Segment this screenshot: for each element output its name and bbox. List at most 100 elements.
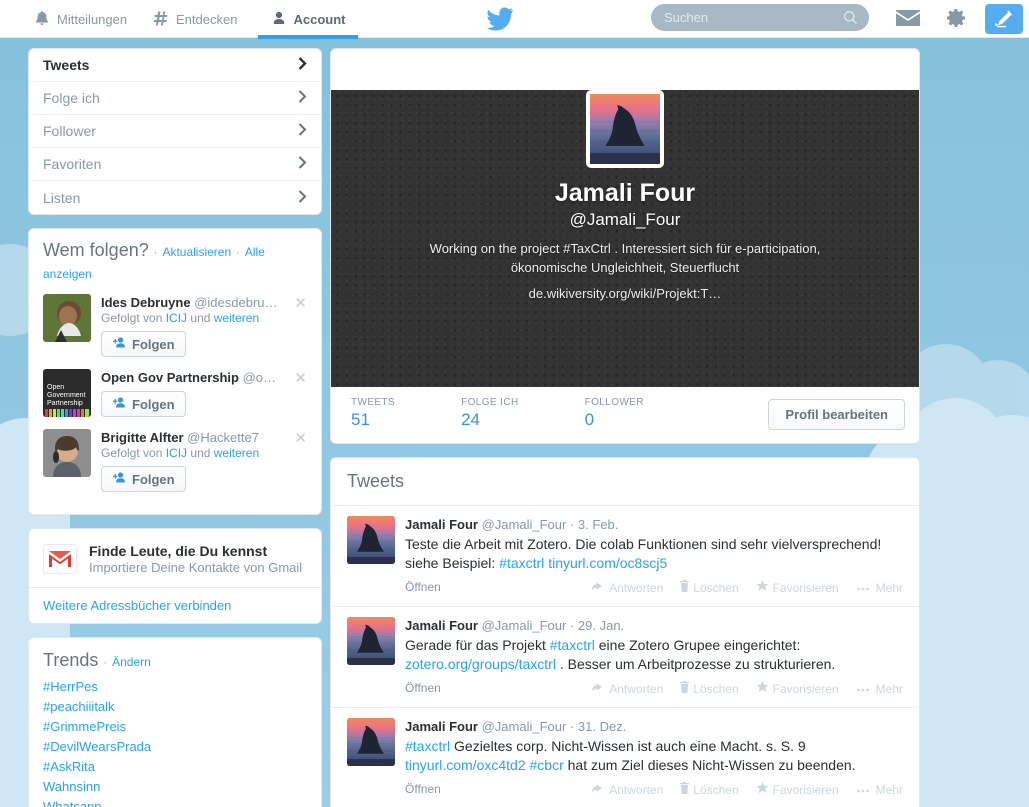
more-action[interactable]: Mehr [856,782,903,797]
twitter-bird-icon[interactable] [486,6,514,32]
favorite-action[interactable]: Favorisieren [756,681,839,696]
tweet-link[interactable]: #cbcr [530,757,564,773]
trend-item[interactable]: #DevilWearsPrada [43,737,307,757]
trend-item[interactable]: #peachiiitalk [43,697,307,717]
tweet-link[interactable]: #taxctrl [499,555,544,571]
nav-item-entdecken[interactable]: Entdecken [148,0,241,38]
delete-action[interactable]: Löschen [680,580,739,595]
tweet-header: Jamali Four @Jamali_Four · 29. Jan. [405,617,903,634]
context-link-more[interactable]: weiteren [214,311,259,325]
reply-action[interactable]: Antworten [592,782,663,797]
suggestion-handle[interactable]: @o… [243,370,276,385]
gear-icon[interactable] [944,6,968,30]
separator: · [236,247,240,259]
delete-action[interactable]: Löschen [680,782,739,797]
svg-text:Government: Government [47,392,86,399]
avatar[interactable] [347,718,395,766]
nav-item-mitteilungen[interactable]: Mitteilungen [30,0,131,38]
tweet-item[interactable]: Jamali Four @Jamali_Four · 29. Jan. Gera… [331,607,919,708]
context-link-icij[interactable]: ICIJ [166,446,187,460]
ellipsis-icon [856,682,872,696]
context-link-icij[interactable]: ICIJ [166,311,187,325]
stat-tweets[interactable]: TWEETS 51 [351,397,395,443]
follow-button[interactable]: Folgen [101,466,186,492]
connect-address-books-link[interactable]: Weitere Adressbücher verbinden [29,587,321,623]
search-box[interactable] [651,4,869,31]
more-action[interactable]: Mehr [856,580,903,595]
tweet-item[interactable]: Jamali Four @Jamali_Four · 31. Dez. #tax… [331,708,919,807]
profile-url[interactable]: de.wikiversity.org/wiki/Projekt:T… [331,286,919,301]
compose-tweet-button[interactable] [985,4,1023,34]
tweet-link[interactable]: zotero.org/groups/taxctrl [405,656,556,672]
tweet-author-handle[interactable]: @Jamali_Four [482,618,567,633]
trend-item[interactable]: #AskRita [43,757,307,777]
tweet-link[interactable]: #taxctrl [550,637,595,653]
trends-change-link[interactable]: Ändern [112,655,151,669]
context-link-more[interactable]: weiteren [214,446,259,460]
avatar[interactable] [347,516,395,564]
sidebar-item-folge-ich[interactable]: Folge ich [29,82,321,115]
tweet-link[interactable]: tinyurl.com/oxc4td2 [405,757,526,773]
tweet-text-segment: Gerade für das Projekt [405,637,550,653]
search-input[interactable] [664,4,834,31]
sidebar-item-favoriten[interactable]: Favoriten [29,148,321,181]
suggestion-handle[interactable]: @idesdebru… [194,295,277,310]
suggestion-name[interactable]: Brigitte Alfter [101,430,184,445]
tweet-separator: · [569,618,575,633]
avatar[interactable] [43,294,91,342]
suggestion-handle[interactable]: @Hackette7 [187,430,259,445]
trend-item[interactable]: Whatsapp [43,797,307,807]
star-icon [756,681,769,696]
suggestion-name[interactable]: Ides Debruyne [101,295,191,310]
favorite-action[interactable]: Favorisieren [756,580,839,595]
favorite-action[interactable]: Favorisieren [756,782,839,797]
tweet-author-name[interactable]: Jamali Four [405,719,478,734]
tweet-timestamp[interactable]: 29. Jan. [578,618,624,633]
profile-banner[interactable]: Jamali Four @Jamali_Four Working on the … [331,90,919,387]
tweet-timestamp[interactable]: 31. Dez. [578,719,626,734]
tweet-link[interactable]: tinyurl.com/oc8scj5 [548,555,667,571]
more-action[interactable]: Mehr [856,681,903,696]
search-icon[interactable] [843,10,858,25]
follow-button[interactable]: Folgen [101,391,186,417]
nav-item-account[interactable]: Account [258,0,358,39]
tweet-author-name[interactable]: Jamali Four [405,517,478,532]
mail-icon[interactable] [895,7,921,29]
tweet-text-segment: Gezieltes corp. Nicht-Wissen ist auch ei… [450,738,806,754]
edit-profile-button[interactable]: Profil bearbeiten [768,399,905,430]
follow-button[interactable]: Folgen [101,331,186,357]
profile-avatar[interactable] [586,90,664,168]
tweet-link[interactable]: #taxctrl [405,738,450,754]
trend-item[interactable]: #HerrPes [43,677,307,697]
open-tweet-link[interactable]: Öffnen [405,782,441,796]
timeline-heading: Tweets [331,458,919,506]
reply-action[interactable]: Antworten [592,580,663,595]
refresh-link[interactable]: Aktualisieren [162,245,231,259]
avatar[interactable] [43,429,91,477]
delete-action[interactable]: Löschen [680,681,739,696]
suggestion-name[interactable]: Open Gov Partnership [101,370,239,385]
avatar[interactable] [347,617,395,665]
avatar[interactable]: Open Government Partnership [43,369,91,417]
dismiss-suggestion-icon[interactable]: ✕ [294,431,307,446]
trend-item[interactable]: #GrimmePreis [43,717,307,737]
dismiss-suggestion-icon[interactable]: ✕ [294,371,307,386]
trend-item[interactable]: Wahnsinn [43,777,307,797]
stat-following[interactable]: FOLGE ICH 24 [461,397,519,443]
sidebar-item-follower[interactable]: Follower [29,115,321,148]
delete-label: Löschen [693,580,739,595]
tweet-author-name[interactable]: Jamali Four [405,618,478,633]
open-tweet-link[interactable]: Öffnen [405,580,441,594]
tweet-author-handle[interactable]: @Jamali_Four [482,517,567,532]
sidebar-item-tweets[interactable]: Tweets [29,49,321,82]
sidebar-item-listen[interactable]: Listen [29,181,321,214]
dismiss-suggestion-icon[interactable]: ✕ [294,296,307,311]
open-tweet-link[interactable]: Öffnen [405,681,441,695]
profile-bio: Working on the project #TaxCtrl . Intere… [429,241,821,275]
profile-card: Jamali Four @Jamali_Four Working on the … [330,48,920,444]
tweet-author-handle[interactable]: @Jamali_Four [482,719,567,734]
reply-action[interactable]: Antworten [592,681,663,696]
stat-followers[interactable]: FOLLOWER 0 [585,397,644,443]
tweet-timestamp[interactable]: 3. Feb. [578,517,618,532]
tweet-item[interactable]: Jamali Four @Jamali_Four · 3. Feb. Teste… [331,506,919,607]
